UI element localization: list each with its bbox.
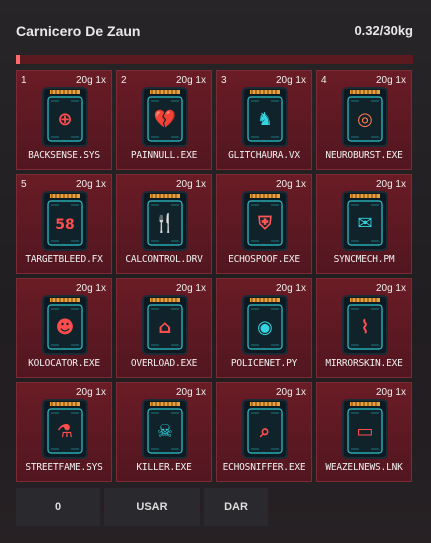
slot-label: GLITCHAURA.VX	[228, 150, 300, 161]
damage-58-icon: 58	[42, 191, 88, 251]
slot-glyph: ⌕	[259, 421, 270, 442]
inventory-panel: Carnicero De Zaun 0.32/30kg 1 20g 1x ⊕ BACK…	[0, 0, 431, 543]
slot-weight-count: 20g 1x	[75, 75, 106, 86]
weight-readout: 0.32/30kg	[354, 23, 413, 38]
slot-weight-count: 20g 1x	[275, 283, 306, 294]
slot-weight-count: 20g 1x	[375, 387, 406, 398]
slot-label: OVERLOAD.EXE	[130, 358, 198, 369]
slot-glyph: 58	[55, 217, 74, 233]
inventory-slot[interactable]: 20g 1x ⌕ ECHOSNIFFER.EXE	[216, 382, 312, 482]
chemistry-flask-icon: ⚗	[42, 399, 88, 459]
person-camera-icon: ☻	[42, 295, 88, 355]
slot-weight-count: 20g 1x	[75, 179, 106, 190]
horse-head-icon: ♞	[242, 87, 288, 147]
slot-glyph: ◉	[257, 317, 273, 338]
inventory-slot[interactable]: 20g 1x ⌂ OVERLOAD.EXE	[116, 278, 212, 378]
slot-weight-count: 20g 1x	[175, 75, 206, 86]
slot-label: PAINNULL.EXE	[130, 150, 198, 161]
magnifier-icon: ⌕	[242, 399, 288, 459]
slot-weight-count: 20g 1x	[275, 387, 306, 398]
envelope-icon: ✉	[342, 191, 388, 251]
inventory-slot[interactable]: 20g 1x ⛨ ECHOSPOOF.EXE	[216, 174, 312, 274]
quantity-button[interactable]: 0	[16, 488, 100, 526]
shield-person-icon: ⛨	[242, 191, 288, 251]
inventory-slot[interactable]: 3 20g 1x ♞ GLITCHAURA.VX	[216, 70, 312, 170]
slot-label: KILLER.EXE	[136, 462, 192, 473]
slot-number: 2	[121, 75, 127, 86]
inventory-slot[interactable]: 20g 1x 🍴 CALCONTROL.DRV	[116, 174, 212, 274]
inventory-slot[interactable]: 20g 1x ✉ SYNCMECH.PM	[316, 174, 412, 274]
inventory-title: Carnicero De Zaun	[16, 23, 141, 39]
slot-label: MIRRORSKIN.EXE	[325, 358, 403, 369]
inventory-slot[interactable]: 4 20g 1x ◎ NEUROBURST.EXE	[316, 70, 412, 170]
inventory-grid: 1 20g 1x ⊕ BACKSENSE.SYS 2 20g 1x 💔 PAINNULL.EX…	[16, 70, 414, 482]
slot-label: NEUROBURST.EXE	[325, 150, 403, 161]
slot-label: STREETFAME.SYS	[25, 462, 103, 473]
slot-glyph: ▭	[356, 421, 373, 442]
slot-number: 4	[321, 75, 327, 86]
slot-glyph: ⛨	[257, 213, 272, 234]
slot-label: POLICENET.PY	[230, 358, 298, 369]
slot-label: ECHOSPOOF.EXE	[228, 254, 300, 265]
slot-weight-count: 20g 1x	[275, 75, 306, 86]
slot-weight-count: 20g 1x	[175, 387, 206, 398]
slot-glyph: ☠	[157, 421, 173, 442]
burst-skull-icon: ◎	[342, 87, 388, 147]
slot-glyph: ◎	[357, 109, 373, 130]
id-card-icon: ▭	[342, 399, 388, 459]
use-button[interactable]: USAR	[104, 488, 200, 526]
inventory-slot[interactable]: 20g 1x ⌇ MIRRORSKIN.EXE	[316, 278, 412, 378]
slot-label: KOLOCATOR.EXE	[28, 358, 100, 369]
slot-label: WEAZELNEWS.LNK	[325, 462, 403, 473]
inventory-slot[interactable]: 20g 1x ☠ KILLER.EXE	[116, 382, 212, 482]
basket-icon: ⌂	[142, 295, 188, 355]
inventory-slot[interactable]: 5 20g 1x 58 TARGETBLEED.FX	[16, 174, 112, 274]
slot-label: ECHOSNIFFER.EXE	[222, 462, 306, 473]
slot-glyph: ⊕	[57, 109, 72, 130]
inventory-slot[interactable]: 20g 1x ☻ KOLOCATOR.EXE	[16, 278, 112, 378]
give-button[interactable]: DAR	[204, 488, 268, 526]
slot-glyph: ✉	[357, 213, 372, 234]
weight-bar-fill	[16, 55, 21, 64]
broken-heart-icon: 💔	[142, 87, 188, 147]
slot-glyph: 💔	[154, 109, 177, 130]
slot-label: TARGETBLEED.FX	[25, 254, 103, 265]
slot-glyph: ♞	[257, 109, 273, 130]
slot-weight-count: 20g 1x	[75, 283, 106, 294]
slot-glyph: ⚗	[57, 421, 73, 442]
slot-weight-count: 20g 1x	[175, 179, 206, 190]
cctv-camera-icon: ◉	[242, 295, 288, 355]
inventory-slot[interactable]: 20g 1x ▭ WEAZELNEWS.LNK	[316, 382, 412, 482]
slot-weight-count: 20g 1x	[75, 387, 106, 398]
inventory-slot[interactable]: 2 20g 1x 💔 PAINNULL.EXE	[116, 70, 212, 170]
slot-label: BACKSENSE.SYS	[28, 150, 100, 161]
slot-weight-count: 20g 1x	[375, 75, 406, 86]
slot-number: 5	[21, 179, 27, 190]
skull-icon: ☠	[142, 399, 188, 459]
inventory-slot[interactable]: 20g 1x ◉ POLICENET.PY	[216, 278, 312, 378]
dna-icon: ⌇	[342, 295, 388, 355]
target-person-icon: ⊕	[42, 87, 88, 147]
slot-weight-count: 20g 1x	[275, 179, 306, 190]
slot-weight-count: 20g 1x	[175, 283, 206, 294]
slot-number: 3	[221, 75, 227, 86]
weight-bar	[16, 55, 413, 64]
slot-weight-count: 20g 1x	[375, 283, 406, 294]
slot-glyph: ☻	[56, 317, 75, 338]
slot-label: SYNCMECH.PM	[333, 254, 395, 265]
slot-glyph: ⌇	[361, 317, 370, 338]
fork-knife-icon: 🍴	[142, 191, 188, 251]
slot-glyph: ⌂	[159, 317, 172, 338]
slot-number: 1	[21, 75, 27, 86]
inventory-slot[interactable]: 20g 1x ⚗ STREETFAME.SYS	[16, 382, 112, 482]
slot-label: CALCONTROL.DRV	[125, 254, 203, 265]
inventory-slot[interactable]: 1 20g 1x ⊕ BACKSENSE.SYS	[16, 70, 112, 170]
slot-weight-count: 20g 1x	[375, 179, 406, 190]
slot-glyph: 🍴	[154, 212, 176, 234]
